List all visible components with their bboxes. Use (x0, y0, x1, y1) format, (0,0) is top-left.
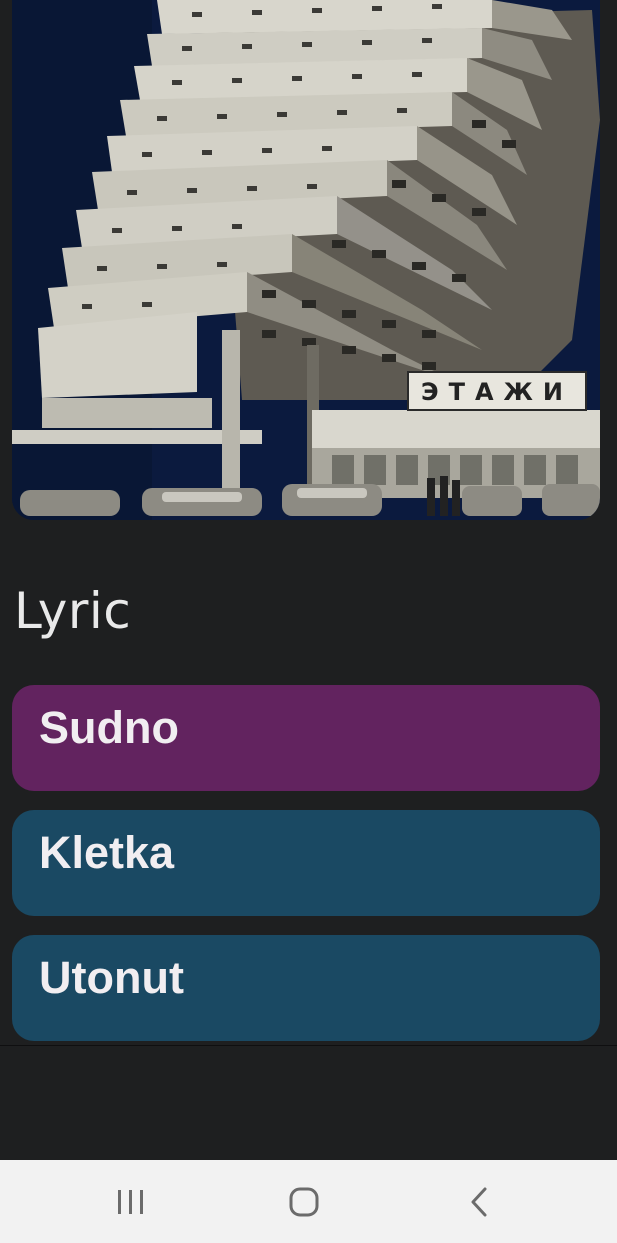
recent-apps-button[interactable] (91, 1160, 171, 1243)
track-label: Sudno (39, 702, 179, 753)
track-label: Kletka (39, 827, 175, 878)
back-icon (471, 1187, 487, 1216)
track-item-utonut[interactable]: Utonut (12, 935, 600, 1041)
home-button[interactable] (264, 1160, 344, 1243)
section-title: Lyric (14, 582, 132, 640)
divider (0, 1045, 617, 1046)
system-navigation-bar (0, 1160, 617, 1243)
track-label: Utonut (39, 952, 184, 1003)
track-item-sudno[interactable]: Sudno (12, 685, 600, 791)
app-screen: ЭТАЖИ Lyric Sudno Kletka Utonut (0, 0, 617, 1243)
cover-sign-text: ЭТАЖИ (421, 378, 573, 406)
track-item-kletka[interactable]: Kletka (12, 810, 600, 916)
recent-apps-icon (118, 1189, 143, 1214)
back-button[interactable] (439, 1160, 519, 1243)
home-icon (289, 1187, 319, 1216)
album-cover-image: ЭТАЖИ (12, 0, 600, 520)
